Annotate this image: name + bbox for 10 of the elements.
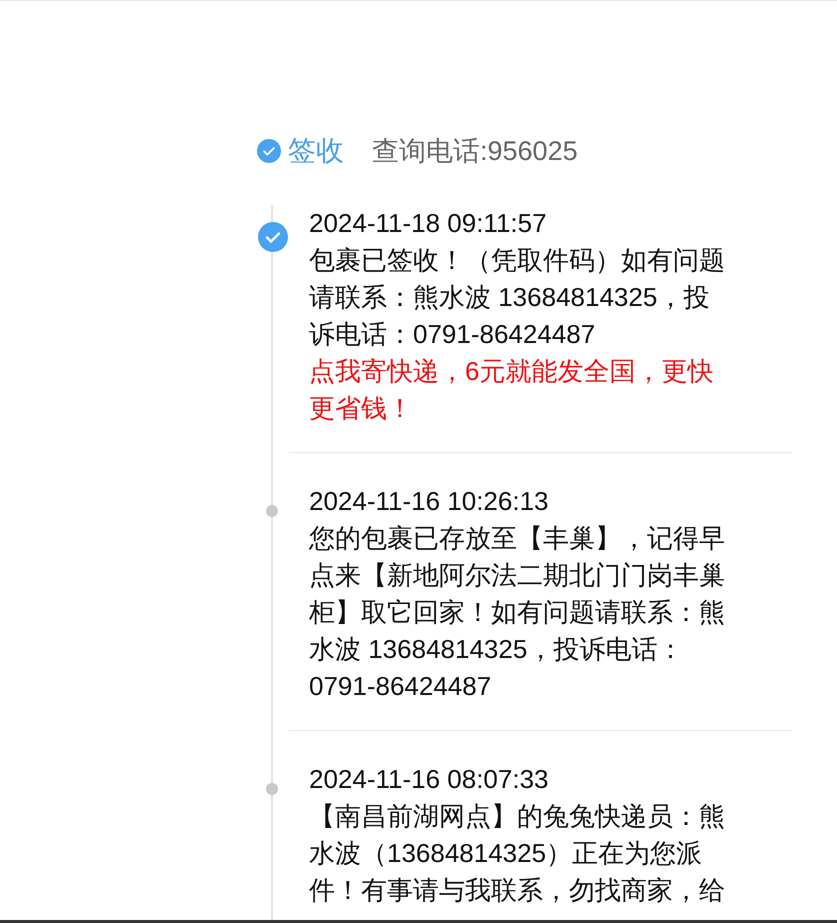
status-label: 签收 bbox=[288, 134, 344, 168]
phone-text: 查询电话:956025 bbox=[372, 135, 578, 168]
event-description: 您的包裹已存放至【丰巢】，记得早 点来【新地阿尔法二期北门门岗丰巢 柜】取它回家！如有问题请联系：熊 水波 13684814325，投诉电话： 0791-86424487 bbox=[309, 522, 726, 703]
event-time: 2024-11-18 09:11:57 bbox=[309, 207, 548, 240]
event-description: 包裹已签收！（凭取件码）如有问题 请联系：熊水波 13684814325，投 诉电话：0791-86424487 bbox=[309, 244, 726, 351]
event-time: 2024-11-16 10:26:13 bbox=[309, 485, 550, 518]
event-time: 2024-11-16 08:07:33 bbox=[309, 763, 550, 796]
event-description: 【南昌前湖网点】的兔兔快递员：熊 水波（13684814325）正在为您派 件！有事请与我联系，勿找商家，给 bbox=[309, 800, 726, 907]
promo-link[interactable]: 点我寄快递，6元就能发全国，更快 更省钱！ bbox=[309, 353, 792, 427]
check-circle-icon bbox=[257, 139, 281, 163]
